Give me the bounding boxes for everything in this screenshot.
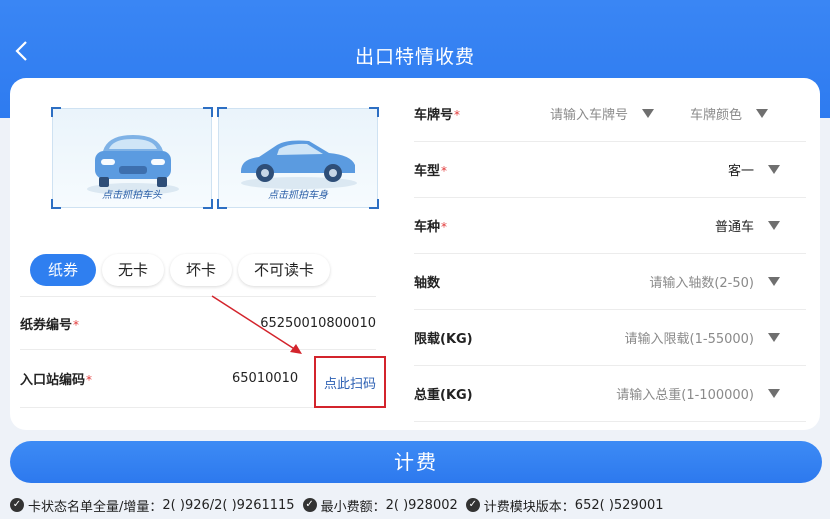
plate-color-placeholder: 车牌颜色 (690, 108, 743, 123)
card-type-unreadable[interactable]: 不可读卡 (238, 254, 331, 286)
axles-row[interactable]: 轴数 请输入轴数(2-50) (414, 254, 806, 310)
capture-front-caption: 点击抓拍车头 (102, 190, 162, 201)
ticket-number-row[interactable]: 纸券编号* 65250010800010 (20, 296, 376, 350)
status-label: 卡状态名单全量/增量： (28, 499, 163, 515)
entry-station-label: 入口站编码 (20, 373, 86, 388)
status-label: 最小费额： (320, 499, 386, 515)
status-bar: ✓ 卡状态名单全量/增量： 2( )926/2( )9261115 ✓ 最小费额… (10, 494, 825, 516)
plate-color-select[interactable]: 车牌颜色 (690, 104, 769, 123)
entry-station-value: 65010010 (232, 371, 299, 386)
required-mark: * (441, 220, 448, 234)
required-mark: * (73, 317, 80, 332)
status-item-min-fee: ✓ 最小费额： 2( )928002 (302, 496, 458, 515)
axles-label: 轴数 (414, 276, 441, 291)
vehicle-type-value: 客一 (727, 164, 754, 179)
form-card: 点击抓拍车头 点击抓拍车身 纸券 无卡 坏卡 不可读卡 纸券编号* 652500… (10, 78, 820, 430)
total-weight-placeholder: 请输入总重(1-100000) (616, 388, 754, 403)
vehicle-class-value: 普通车 (714, 220, 754, 235)
ticket-number-label: 纸券编号 (20, 317, 73, 333)
dropdown-triangle-icon (768, 389, 780, 398)
dropdown-triangle-icon (768, 277, 780, 286)
plate-input[interactable]: 请输入车牌号 (550, 104, 655, 123)
scan-qr-button[interactable]: 点此扫码 (314, 356, 386, 408)
load-limit-placeholder: 请输入限载(1-55000) (624, 332, 754, 347)
card-type-no-card[interactable]: 无卡 (102, 254, 165, 286)
check-icon: ✓ (10, 498, 24, 512)
total-weight-label: 总重(KG) (414, 388, 473, 403)
vehicle-type-row[interactable]: 车型* 客一 (414, 142, 806, 198)
annotation-arrow-icon (211, 295, 302, 354)
card-type-selector: 纸券 无卡 坏卡 不可读卡 (30, 254, 336, 286)
dropdown-triangle-icon (768, 221, 780, 230)
capture-side-button[interactable]: 点击抓拍车身 (217, 107, 379, 209)
check-icon: ✓ (302, 498, 317, 512)
status-value: 652( )529001 (574, 497, 664, 513)
plate-placeholder: 请输入车牌号 (550, 108, 629, 123)
capture-front-button[interactable]: 点击抓拍车头 (51, 107, 213, 209)
dropdown-triangle-icon (768, 333, 780, 342)
calculate-fee-button[interactable]: 计费 (10, 441, 822, 483)
status-item-card-list: ✓ 卡状态名单全量/增量： 2( )926/2( )9261115 (10, 496, 295, 515)
dropdown-triangle-icon (642, 109, 655, 118)
axles-placeholder: 请输入轴数(2-50) (649, 276, 754, 291)
card-type-paper[interactable]: 纸券 (30, 254, 97, 286)
card-type-bad-card[interactable]: 坏卡 (170, 254, 233, 286)
vehicle-class-label: 车种 (414, 220, 441, 235)
plate-label: 车牌号 (414, 108, 454, 123)
required-mark: * (441, 164, 448, 178)
page-title: 出口特情收费 (354, 46, 475, 68)
load-limit-row[interactable]: 限载(KG) 请输入限载(1-55000) (414, 310, 806, 366)
status-value: 2( )926/2( )9261115 (162, 497, 295, 513)
capture-side-caption: 点击抓拍车身 (268, 190, 328, 201)
required-mark: * (454, 108, 461, 122)
status-value: 2( )928002 (385, 497, 458, 513)
required-mark: * (86, 373, 93, 387)
vehicle-class-row[interactable]: 车种* 普通车 (414, 198, 806, 254)
check-icon: ✓ (465, 498, 480, 512)
load-limit-label: 限载(KG) (414, 332, 473, 347)
dropdown-triangle-icon (756, 109, 769, 118)
status-label: 计费模块版本： (483, 499, 575, 515)
status-item-module-version: ✓ 计费模块版本： 652( )529001 (465, 496, 664, 515)
dropdown-triangle-icon (768, 165, 780, 174)
plate-row: 车牌号* 请输入车牌号 车牌颜色 (414, 86, 806, 142)
vehicle-type-label: 车型 (414, 164, 441, 179)
total-weight-row[interactable]: 总重(KG) 请输入总重(1-100000) (414, 366, 806, 422)
